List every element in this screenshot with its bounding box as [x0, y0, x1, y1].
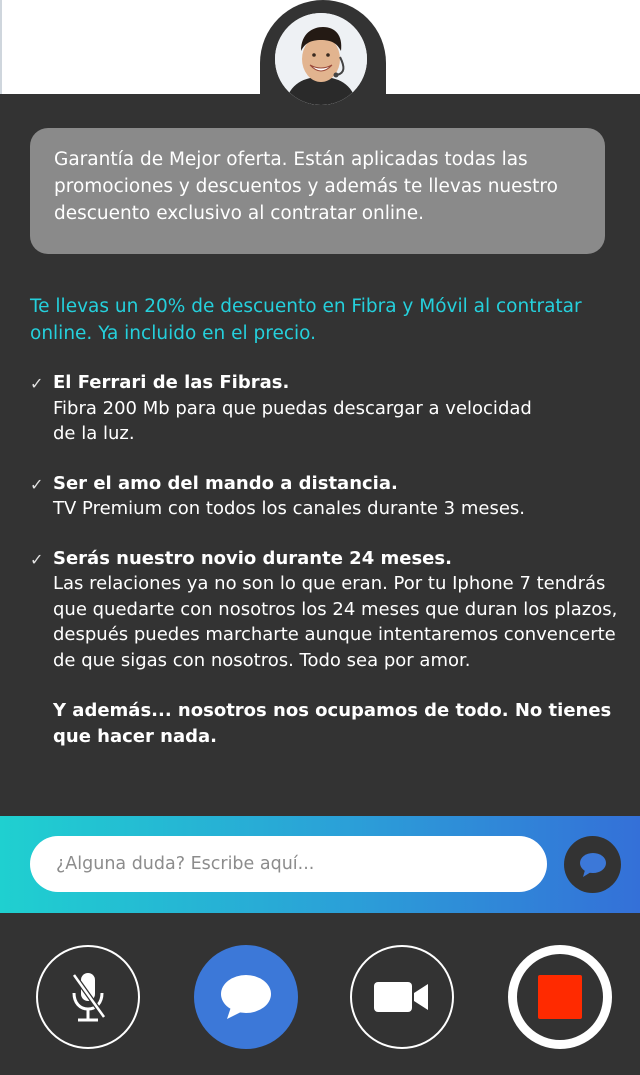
feature-description: Las relaciones ya no son lo que eran. Po… [53, 573, 618, 671]
promo-text: Te llevas un 20% de descuento en Fibra y… [30, 296, 582, 344]
send-message-button[interactable] [564, 836, 621, 893]
feature-title: Serás nuestro novio durante 24 meses. [53, 547, 452, 569]
agent-message-bubble: Garantía de Mejor oferta. Están aplicada… [30, 128, 605, 254]
video-camera-icon [374, 982, 428, 1012]
check-icon: ✓ [30, 549, 44, 569]
feature-list: ✓ El Ferrari de las Fibras. Fibra 200 Mb… [30, 370, 620, 673]
chat-input-bar [0, 816, 640, 913]
feature-item: ✓ El Ferrari de las Fibras. Fibra 200 Mb… [30, 370, 620, 447]
end-call-button[interactable] [508, 945, 612, 1049]
feature-description: TV Premium con todos los canales durante… [53, 498, 526, 519]
stop-icon [538, 975, 582, 1019]
chat-bubble-icon [579, 852, 606, 877]
agent-message-text: Garantía de Mejor oferta. Están aplicada… [54, 149, 558, 224]
chat-input[interactable] [30, 836, 547, 892]
feature-item: ✓ Ser el amo del mando a distancia. TV P… [30, 471, 620, 522]
feature-title: El Ferrari de las Fibras. [53, 372, 290, 393]
closing-note: Y además... nosotros nos ocupamos de tod… [53, 700, 612, 747]
mic-muted-icon [71, 973, 107, 1022]
video-camera-button[interactable] [350, 945, 454, 1049]
agent-avatar-icon [275, 13, 367, 105]
feature-title: Ser el amo del mando a distancia. [53, 472, 398, 494]
check-icon: ✓ [30, 474, 44, 494]
call-controls [0, 913, 640, 1075]
feature-item: ✓ Serás nuestro novio durante 24 meses. … [30, 546, 620, 674]
check-icon: ✓ [30, 374, 44, 393]
chat-bubble-icon [221, 975, 271, 1019]
chat-button[interactable] [194, 945, 298, 1049]
mute-microphone-button[interactable] [36, 945, 140, 1049]
feature-description: Fibra 200 Mb para que puedas descargar a… [53, 397, 532, 445]
